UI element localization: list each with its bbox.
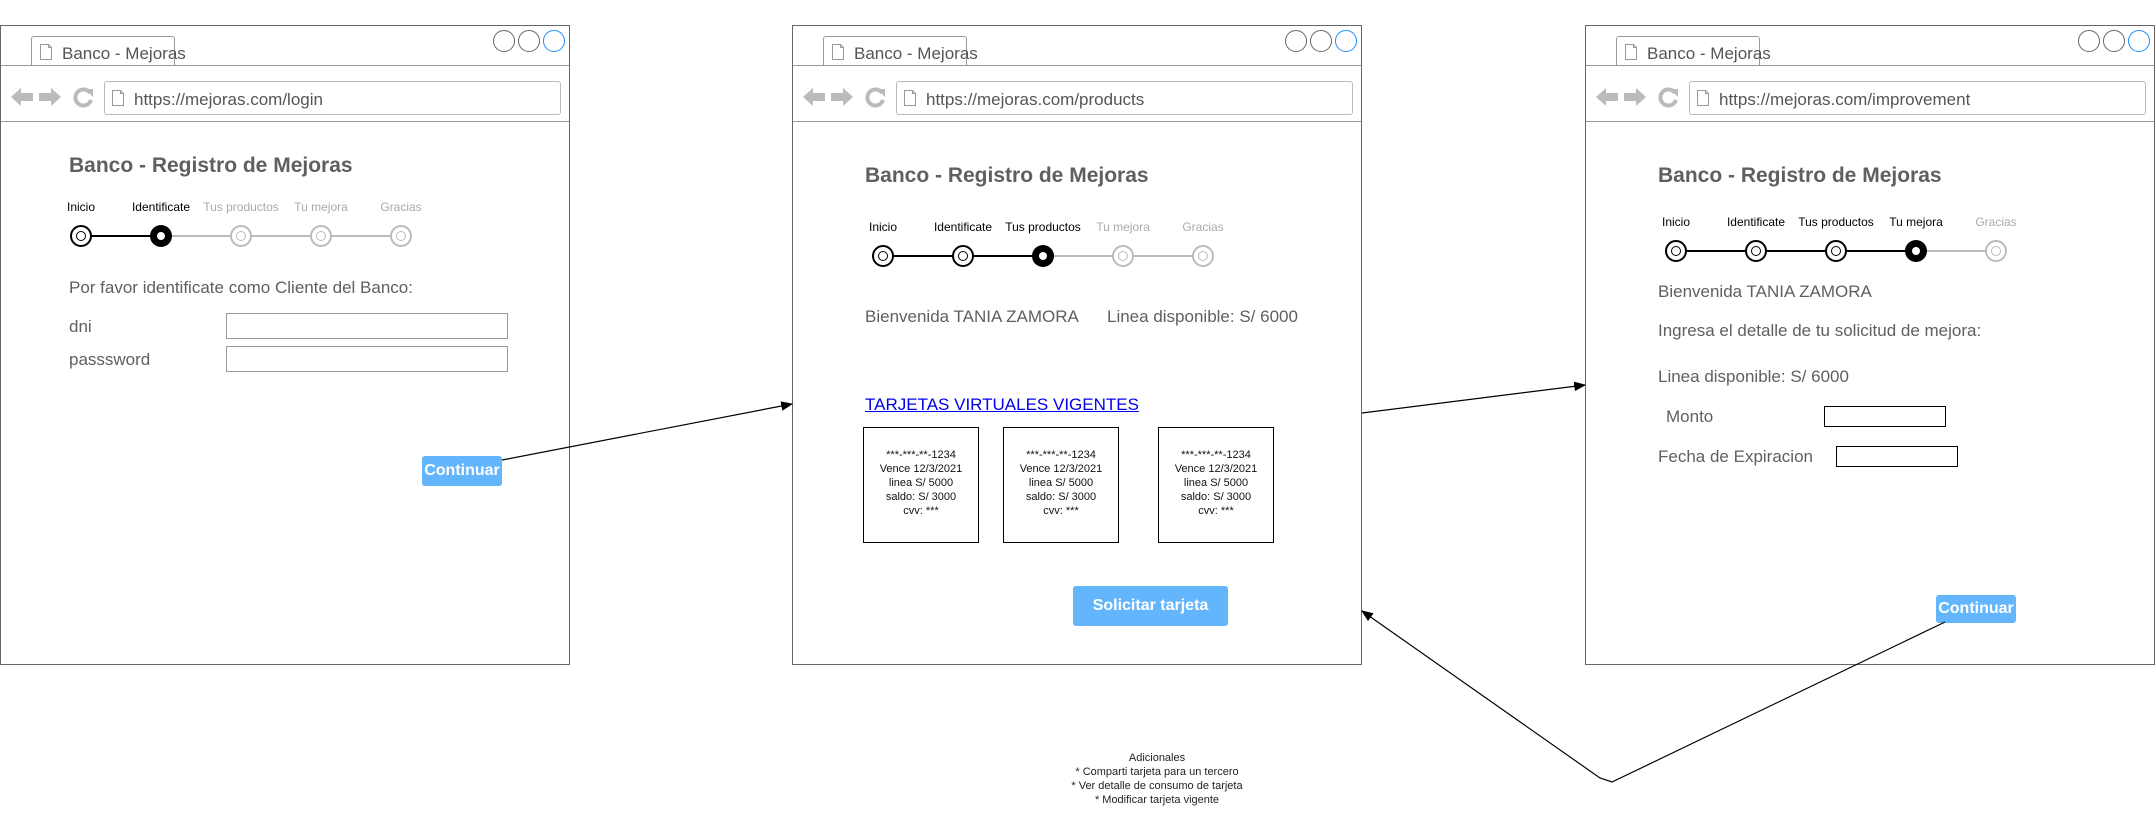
notes-item: * Comparti tarjeta para un tercero [1075,766,1239,778]
notes-title: Adicionales [1128,752,1186,764]
arrow-login-to-products [501,401,794,461]
notes-item: * Modificar tarjeta vigente [1094,794,1220,806]
arrow-improvement-to-products [1361,610,1946,783]
additional-notes: Adicionales * Comparti tarjeta para un t… [1057,751,1257,807]
arrow-products-to-improvement [1361,381,1587,414]
notes-item: * Ver detalle de consumo de tarjeta [1071,780,1243,792]
flow-arrows [501,381,1946,783]
